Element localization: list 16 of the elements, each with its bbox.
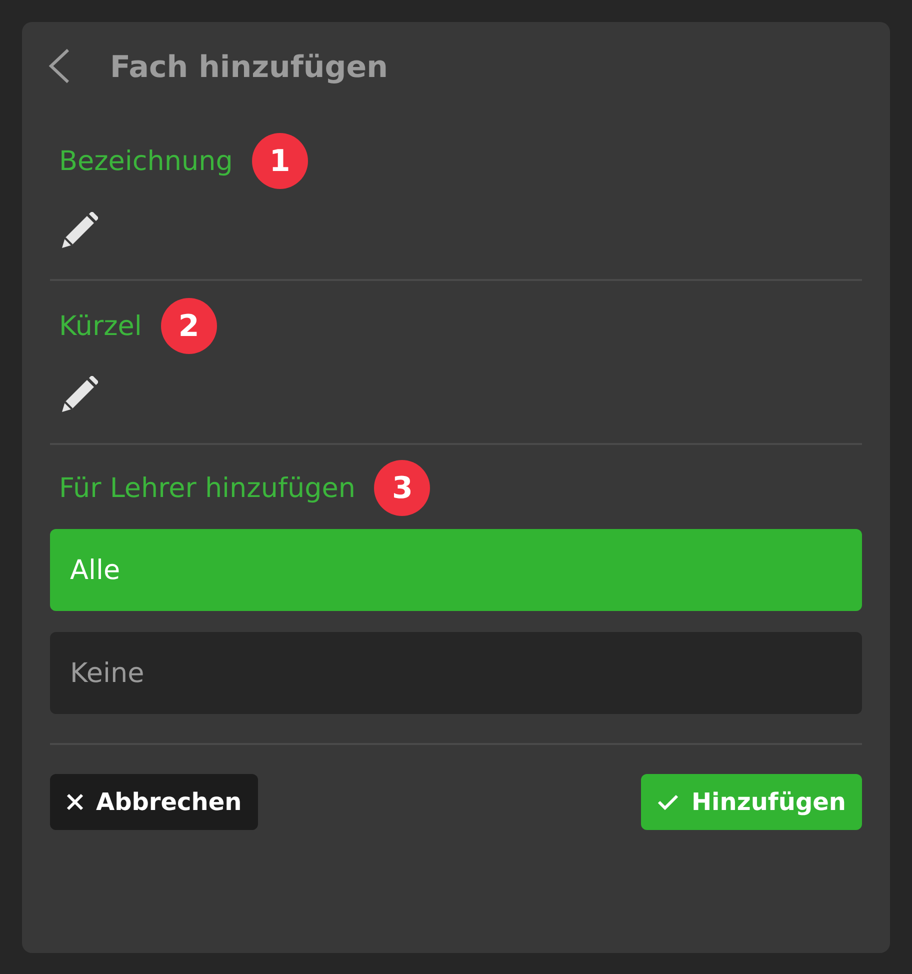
close-icon: [66, 793, 84, 811]
check-icon: [657, 793, 680, 811]
number-badge: 3: [374, 460, 430, 516]
field-label: Für Lehrer hinzufügen: [59, 472, 356, 504]
field-label: Kürzel: [59, 310, 142, 342]
edit-icon[interactable]: [60, 212, 98, 249]
add-button[interactable]: Hinzufügen: [641, 774, 862, 830]
number-badge: 2: [160, 298, 217, 354]
back-icon[interactable]: [47, 48, 71, 84]
number-badge: 1: [252, 133, 308, 189]
cancel-button[interactable]: Abbrechen: [50, 774, 258, 830]
option-item[interactable]: Alle: [50, 529, 862, 611]
edit-icon[interactable]: [60, 376, 98, 413]
page-title: Fach hinzufügen: [110, 50, 388, 84]
option-item[interactable]: Keine: [50, 632, 862, 714]
field-label: Bezeichnung: [59, 146, 233, 176]
